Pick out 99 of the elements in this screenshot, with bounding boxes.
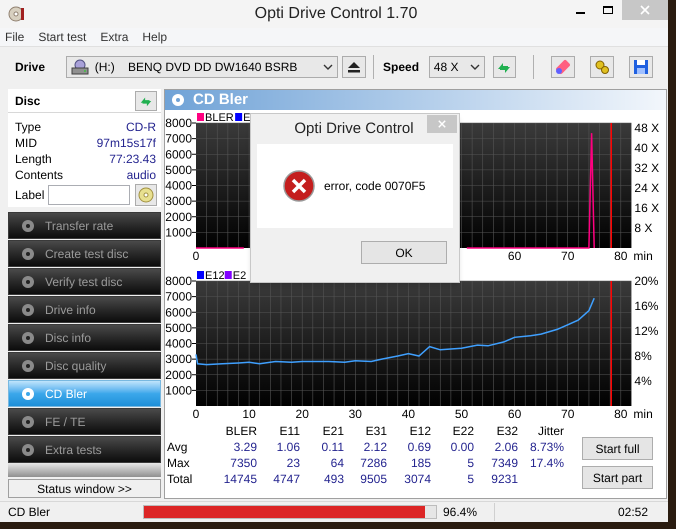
column-header: E32 [496,423,518,438]
elapsed-time: 02:52 [618,504,649,520]
row-label: Avg [167,439,188,454]
field-value: 77:23.43 [109,151,156,168]
x-tick-label: 80 [614,407,628,418]
x-axis-label: min [633,249,653,260]
column-header: BLER [224,423,257,438]
x-tick-label: 60 [508,407,522,418]
row-label: Max [167,455,191,470]
right-axis-label: 16 X [634,201,660,215]
y-tick-label: 1000 [165,383,192,398]
column-header: E12 [408,423,431,438]
x-axis-label: min [633,407,653,418]
x-tick-label: 60 [508,249,522,260]
table-cell-text: 1.06 [276,439,300,454]
field-value: 97m15s17f [96,135,156,152]
y-tick-label: 3000 [165,352,192,366]
table-cell-text: 23 [286,455,300,470]
x-tick-label: 30 [348,407,362,418]
speed-label: Speed [383,59,420,76]
table-cell-text: 17.4% [528,455,564,470]
x-tick-label: 0 [192,407,200,418]
y-tick-label: 6000 [165,305,192,320]
progress-percent: 96.4% [437,502,495,520]
table-cell-text: 5 [466,455,474,470]
right-axis-label: 48 X [634,121,660,135]
window-title: Opti Drive Control 1.70 [254,4,418,24]
y-tick-label: 4000 [165,336,192,350]
right-axis-label: 20% [634,274,658,288]
table-cell-text: 2.06 [494,439,518,454]
table-cell-text: 14745 [222,471,257,486]
right-axis-label: 40 X [634,141,660,155]
y-tick-label: 2000 [165,210,192,224]
column-header: Jitter [536,423,564,438]
legend-label: E2 [232,270,246,282]
status-text: CD Bler [7,504,52,520]
x-tick-label: 70 [561,249,574,260]
field-label: Type [15,119,42,136]
legend-label: E [243,112,250,124]
row-label: Total [167,471,194,486]
x-tick-label: 80 [614,249,628,260]
field-label: MID [15,135,38,152]
y-tick-label: 6000 [165,147,192,162]
y-tick-label: 7000 [165,132,192,146]
disc-title: Disc [15,92,42,110]
right-axis-label: 12% [634,324,658,338]
table-cell-text: 0.00 [450,439,474,454]
y-tick-label: 5000 [165,162,192,177]
table-cell-text: 4747 [272,471,300,486]
y-tick-label: 3000 [165,194,192,208]
field-label: Length [15,151,53,168]
x-tick-label: 0 [192,249,200,260]
column-header: E11 [278,423,300,438]
x-tick-label: 50 [454,407,468,418]
table-cell-text: 0.69 [406,439,431,454]
y-tick-label: 8000 [165,274,192,288]
legend-label: E12 [205,270,225,282]
label-label: Label [15,187,43,204]
table-cell-text: 2.12 [362,439,387,454]
table-cell-text: 64 [330,455,344,470]
table-cell-text: 0.11 [320,439,344,454]
table-cell-text: 5 [466,471,474,486]
table-cell-text: 7350 [229,455,257,470]
drive-label: Drive [15,59,46,76]
table-cell-text: 3.29 [232,439,257,454]
y-tick-label: 8000 [165,116,192,130]
error-message: error, code 0070F5 [324,178,426,195]
table-cell-text: 9231 [490,471,518,486]
table-cell-text: 185 [410,455,431,470]
x-tick-label: 20 [296,407,309,418]
panel-header: CD Bler [165,90,666,110]
y-tick-label: 2000 [165,368,192,382]
x-tick-label: 40 [402,407,416,418]
field-value: CD-R [126,119,156,136]
y-tick-label: 5000 [165,320,192,335]
right-axis-label: 32 X [634,161,660,175]
right-axis-label: 8% [634,349,652,363]
field-value: audio [126,167,156,184]
table-cell-text: 9505 [359,471,387,486]
table-cell-text: 8.73% [528,439,564,454]
right-axis-label: 8 X [634,221,652,235]
right-axis-label: 16% [634,299,658,313]
y-tick-label: 4000 [165,178,192,192]
table-cell-text: 3074 [403,471,431,486]
table-cell-text: 7349 [490,455,518,470]
table-cell-text: 493 [322,471,344,486]
table-cell-text: 7286 [359,455,387,470]
column-header: E21 [322,423,344,438]
x-tick-label: 10 [242,407,256,418]
x-tick-label: 70 [561,407,574,418]
right-axis-label: 4% [634,374,652,388]
column-header: E22 [452,423,474,438]
dialog-title: Opti Drive Control [293,118,415,139]
y-tick-label: 7000 [165,290,192,304]
column-header: E31 [364,423,387,438]
field-label: Contents [15,167,64,184]
legend-label: BLER [205,112,234,124]
right-axis-label: 24 X [634,181,660,195]
y-tick-label: 1000 [165,225,192,240]
